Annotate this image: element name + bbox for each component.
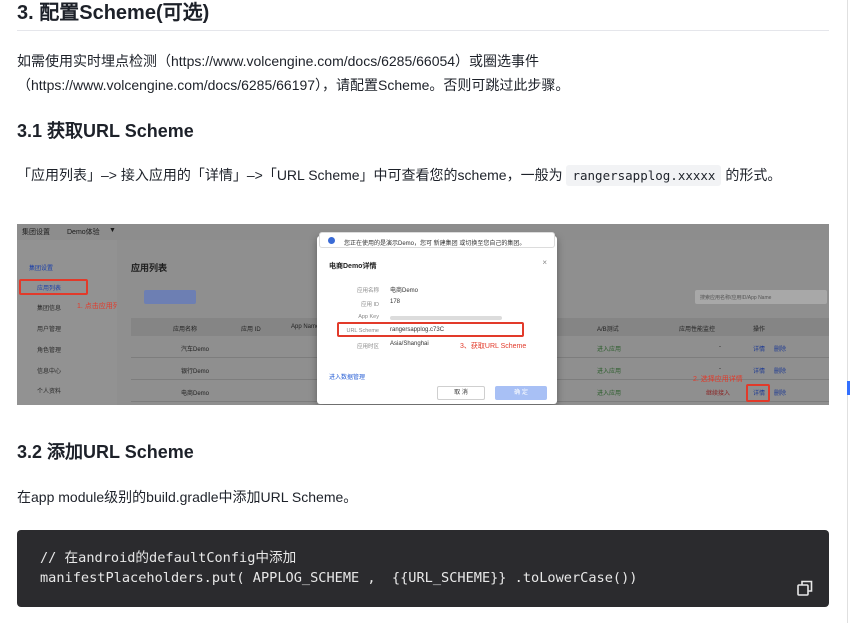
demo-tip-text: 您正在使用的是演示Demo，您可 新建集团 或切换至您自己的集团。 <box>344 241 526 247</box>
intro-line-2: （https://www.volcengine.com/docs/6285/66… <box>17 77 570 93</box>
field-label: App Key <box>358 314 379 320</box>
info-icon <box>328 237 335 244</box>
annotation-step-3: 3、获取URL Scheme <box>460 343 527 350</box>
col-ab-test: A/B测试 <box>597 327 619 333</box>
close-icon: × <box>542 258 547 267</box>
row-apm: - <box>719 344 721 350</box>
screenshot-page-title: 应用列表 <box>131 263 168 273</box>
modal-cancel-button: 取 消 <box>437 386 485 400</box>
row-detail-link: 详情 <box>753 347 766 353</box>
row-delete-link: 删除 <box>774 369 787 375</box>
inline-code-scheme: rangersapplog.xxxxx <box>566 165 722 186</box>
intro-paragraph: 如需使用实时埋点检测（https://www.volcengine.com/do… <box>17 49 829 97</box>
screenshot-sidebar: 集团设置 应用列表 集团信息 用户管理 角色管理 信息中心 个人资料 <box>17 240 117 405</box>
enter-data-management-link: 进入数据管理 <box>329 375 366 381</box>
col-apm: 应用性能监控 <box>679 327 716 333</box>
field-value: 178 <box>390 299 401 305</box>
field-label: 应用时区 <box>356 344 379 350</box>
row-apm: 继续接入 <box>706 391 731 397</box>
field-value: 电商Demo <box>390 288 419 294</box>
app-list-screenshot[interactable]: 集团设置 Demo体验 ▼ 集团设置 应用列表 集团信息 用户管理 角色管理 信… <box>17 224 829 405</box>
code-line-1: // 在android的defaultConfig中添加 <box>40 550 297 566</box>
sidebar-item-group: 集团设置 <box>29 266 54 272</box>
modal-ok-button: 确 定 <box>495 386 547 400</box>
sidebar-item-info-center: 信息中心 <box>37 369 62 375</box>
sidebar-item-users: 用户管理 <box>37 327 62 333</box>
field-label: 应用名称 <box>356 288 379 294</box>
gradle-paragraph: 在app module级别的build.gradle中添加URL Scheme。 <box>17 489 358 505</box>
highlight-applist-box <box>19 279 88 295</box>
screenshot-search-box: 搜索应用名称/应用ID/App Name <box>695 290 827 304</box>
row-detail-link: 详情 <box>753 369 766 375</box>
row-ab-link: 进入应用 <box>597 369 622 375</box>
scrollbar-track[interactable] <box>847 0 857 623</box>
col-actions: 操作 <box>753 327 766 333</box>
row-ab-link: 进入应用 <box>597 391 622 397</box>
intro-line-1: 如需使用实时埋点检测（https://www.volcengine.com/do… <box>17 53 540 69</box>
modal-title: 电商Demo详情 <box>329 263 377 270</box>
row-apm: - <box>719 366 721 372</box>
row-delete-link: 删除 <box>774 347 787 353</box>
row-app-name: 银行Demo <box>181 369 210 375</box>
demo-tip-banner: 您正在使用的是演示Demo，您可 新建集团 或切换至您自己的集团。 <box>319 232 555 248</box>
copy-icon[interactable] <box>796 579 814 597</box>
sidebar-item-roles: 角色管理 <box>37 348 62 354</box>
subheading-3-2: 3.2 添加URL Scheme <box>17 442 194 462</box>
field-label: 应用 ID <box>360 302 379 308</box>
topbar-caret-icon: ▼ <box>109 227 116 234</box>
app-detail-modal: 您正在使用的是演示Demo，您可 新建集团 或切换至您自己的集团。 电商Demo… <box>317 232 557 404</box>
highlight-detail-box <box>746 384 770 402</box>
col-app-name: 应用名称 <box>173 327 198 333</box>
field-value: Asia/Shanghai <box>390 341 429 347</box>
code-block: // 在android的defaultConfig中添加 manifestPla… <box>17 530 829 607</box>
row-app-name: 电商Demo <box>181 391 210 397</box>
row-ab-link: 进入应用 <box>597 347 622 353</box>
scheme-text-before: 「应用列表」–> 接入应用的「详情」–>「URL Scheme」中可查看您的sc… <box>17 167 567 183</box>
topbar-demo: Demo体验 <box>67 229 100 236</box>
sidebar-item-group-info: 集团信息 <box>37 306 62 312</box>
row-app-name: 汽车Demo <box>181 347 210 353</box>
row-delete-link: 删除 <box>774 391 787 397</box>
topbar-org: 集团设置 <box>22 229 50 236</box>
code-line-2: manifestPlaceholders.put( APPLOG_SCHEME … <box>40 570 638 586</box>
scheme-text-after: 的形式。 <box>721 167 782 183</box>
blurred-value <box>390 316 502 320</box>
sidebar-item-profile: 个人资料 <box>37 389 62 395</box>
col-app-name-en: App Name <box>291 324 320 330</box>
section-heading: 3. 配置Scheme(可选) <box>17 0 829 31</box>
annotation-step-2: 2. 选择应用详情 <box>693 376 743 383</box>
subheading-3-1: 3.1 获取URL Scheme <box>17 121 194 141</box>
scroll-position-indicator[interactable] <box>847 381 850 395</box>
create-app-button <box>144 290 196 304</box>
col-app-id: 应用 ID <box>241 327 261 333</box>
highlight-scheme-box <box>337 322 524 337</box>
code-content: // 在android的defaultConfig中添加 manifestPla… <box>40 548 637 588</box>
scheme-paragraph: 「应用列表」–> 接入应用的「详情」–>「URL Scheme」中可查看您的sc… <box>17 163 829 188</box>
